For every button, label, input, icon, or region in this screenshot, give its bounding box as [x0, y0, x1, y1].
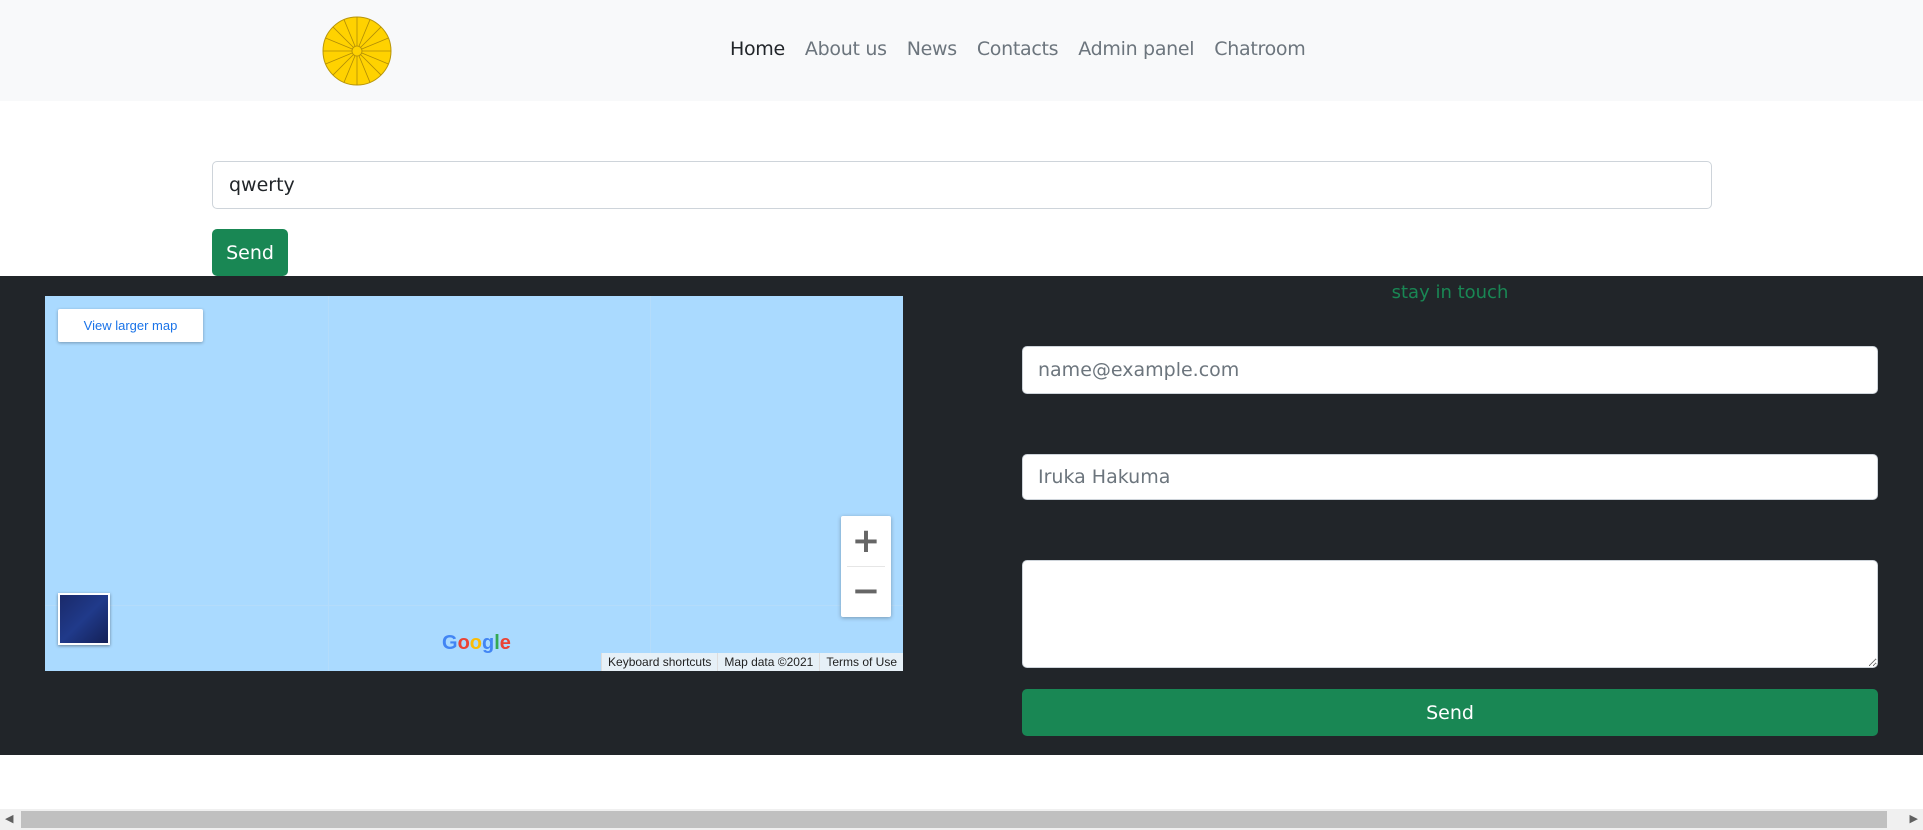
map-gridline: [45, 605, 903, 606]
scroll-right-arrow-icon[interactable]: ▶: [1910, 812, 1918, 825]
footer: View larger map + − Google Keyboard shor…: [0, 276, 1923, 755]
map-gridline: [650, 296, 651, 671]
zoom-divider: [847, 566, 885, 567]
google-logo-letter: o: [469, 632, 482, 654]
zoom-in-button[interactable]: +: [841, 516, 891, 566]
contact-send-button[interactable]: Send: [1022, 689, 1878, 736]
google-logo-letter: e: [499, 632, 511, 654]
google-logo: Google: [442, 632, 511, 655]
satellite-toggle-button[interactable]: [58, 593, 110, 645]
scrollbar-thumb[interactable]: [21, 811, 1887, 828]
google-map[interactable]: View larger map + − Google Keyboard shor…: [45, 296, 903, 671]
contact-heading: stay in touch: [1391, 282, 1509, 303]
nav-contacts[interactable]: Contacts: [977, 38, 1059, 60]
map-attribution: Keyboard shortcuts Map data ©2021 Terms …: [601, 653, 903, 671]
nav-chatroom[interactable]: Chatroom: [1214, 38, 1305, 60]
keyboard-shortcuts-link[interactable]: Keyboard shortcuts: [601, 653, 718, 671]
google-logo-letter: g: [482, 632, 495, 654]
nav-about-us[interactable]: About us: [805, 38, 887, 60]
nav-home[interactable]: Home: [730, 38, 785, 60]
google-logo-letter: o: [457, 632, 470, 654]
message-textarea[interactable]: [1022, 560, 1878, 668]
navbar: Home About us News Contacts Admin panel …: [0, 0, 1923, 101]
nav-admin-panel[interactable]: Admin panel: [1078, 38, 1194, 60]
horizontal-scrollbar[interactable]: ◀ ▶: [0, 809, 1923, 830]
chrysanthemum-logo-icon[interactable]: [322, 16, 392, 86]
google-logo-letter: G: [442, 632, 458, 654]
scroll-left-arrow-icon[interactable]: ◀: [5, 812, 13, 825]
chat-send-button[interactable]: Send: [212, 229, 288, 276]
main-nav: Home About us News Contacts Admin panel …: [730, 38, 1306, 60]
chat-message-input[interactable]: [212, 161, 1712, 209]
name-field[interactable]: [1022, 454, 1878, 500]
view-larger-map-button[interactable]: View larger map: [58, 309, 203, 342]
zoom-out-button[interactable]: −: [841, 566, 891, 616]
map-zoom-control: + −: [841, 516, 891, 617]
email-field[interactable]: [1022, 346, 1878, 394]
nav-news[interactable]: News: [907, 38, 957, 60]
terms-of-use-link[interactable]: Terms of Use: [819, 653, 903, 671]
map-gridline: [328, 296, 329, 671]
map-data-text: Map data ©2021: [717, 653, 820, 671]
